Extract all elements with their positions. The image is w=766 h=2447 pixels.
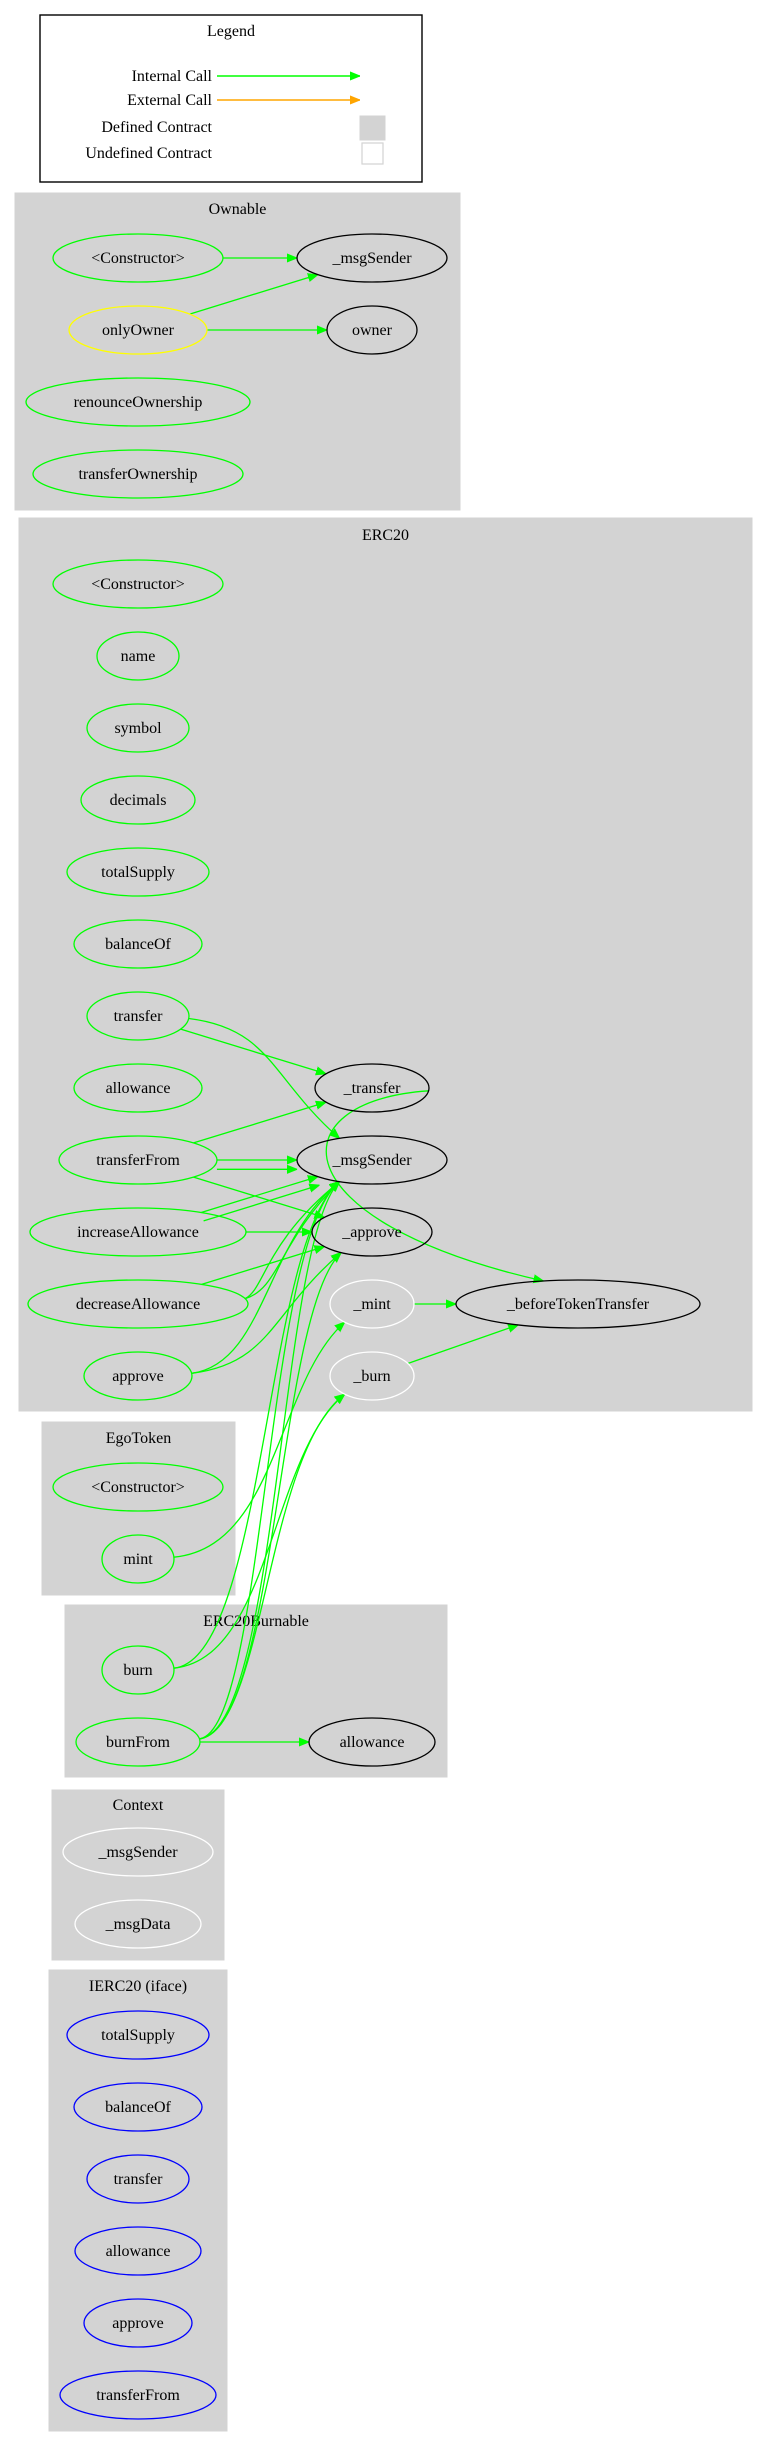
legend-title: Legend — [207, 23, 255, 40]
node-label: transferOwnership — [78, 466, 197, 483]
legend-external-call-label: External Call — [127, 92, 212, 109]
node-label: owner — [352, 322, 393, 339]
node-label: decimals — [110, 792, 167, 809]
node-label: approve — [112, 1368, 164, 1385]
node-label: transferFrom — [96, 2387, 180, 2404]
legend-undefined-contract-label: Undefined Contract — [85, 145, 212, 162]
node-label: _msgSender — [97, 1844, 178, 1861]
node-label: renounceOwnership — [74, 394, 203, 411]
node-label: _transfer — [343, 1080, 402, 1097]
node-label: totalSupply — [101, 2027, 175, 2044]
node-label: allowance — [106, 1080, 171, 1097]
cluster-context: Context — [51, 1789, 225, 1961]
legend-undefined-contract-swatch — [361, 142, 384, 165]
cluster-title: ERC20 — [362, 527, 409, 544]
node-label: <Constructor> — [91, 250, 185, 267]
node-label: transferFrom — [96, 1152, 180, 1169]
legend-internal-call-label: Internal Call — [132, 68, 213, 85]
legend-defined-contract-label: Defined Contract — [101, 119, 212, 136]
node-label: _mint — [352, 1296, 391, 1313]
node-label: totalSupply — [101, 864, 175, 881]
node-label: symbol — [114, 720, 162, 737]
node-label: transfer — [114, 2171, 164, 2188]
node-label: _msgSender — [331, 1152, 412, 1169]
legend: Legend Internal Call External Call Defin… — [39, 14, 423, 183]
node-label: _burn — [352, 1368, 390, 1385]
node-label: <Constructor> — [91, 576, 185, 593]
node-label: decreaseAllowance — [76, 1296, 200, 1313]
node-label: allowance — [340, 1734, 405, 1751]
node-label: onlyOwner — [102, 322, 175, 339]
node-label: approve — [112, 2315, 164, 2332]
node-label: _msgData — [105, 1916, 171, 1933]
node-label: burnFrom — [106, 1734, 171, 1751]
cluster-background — [41, 1421, 236, 1596]
cluster-background — [51, 1789, 225, 1961]
call-graph: Legend Internal Call External Call Defin… — [14, 14, 753, 2432]
cluster-title: EgoToken — [106, 1430, 172, 1447]
node-label: transfer — [114, 1008, 164, 1025]
node-label: _msgSender — [331, 250, 412, 267]
node-label: allowance — [106, 2243, 171, 2260]
node-label: <Constructor> — [91, 1479, 185, 1496]
node-label: burn — [123, 1662, 152, 1679]
node-label: balanceOf — [105, 936, 171, 953]
node-label: mint — [123, 1551, 153, 1568]
node-label: name — [121, 648, 156, 665]
cluster-title: Context — [113, 1797, 164, 1814]
cluster-title: Ownable — [209, 201, 267, 218]
node-label: balanceOf — [105, 2099, 171, 2116]
legend-defined-contract-swatch — [359, 115, 386, 141]
cluster-egotoken: EgoToken — [41, 1421, 236, 1596]
node-label: _beforeTokenTransfer — [506, 1296, 650, 1313]
cluster-title: IERC20 (iface) — [89, 1978, 187, 1995]
node-label: increaseAllowance — [77, 1224, 199, 1241]
node-label: _approve — [341, 1224, 402, 1241]
